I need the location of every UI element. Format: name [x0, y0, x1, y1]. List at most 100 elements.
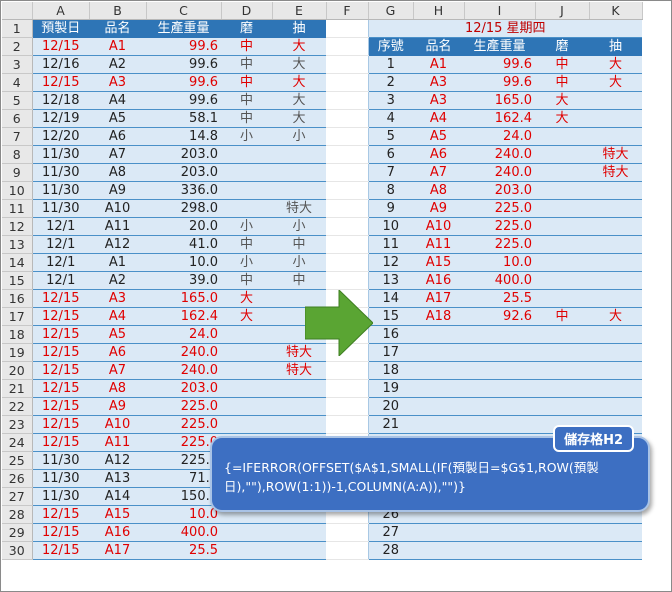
row-header[interactable]: 14 [2, 253, 33, 272]
cell[interactable] [272, 163, 326, 182]
cell[interactable]: 12/1 [32, 235, 89, 254]
cell[interactable]: 大 [589, 73, 642, 92]
cell[interactable] [589, 109, 642, 128]
row-header[interactable]: 23 [2, 415, 33, 434]
cell[interactable] [221, 199, 272, 218]
cell[interactable]: 中 [535, 55, 589, 74]
cell[interactable]: A8 [89, 163, 146, 182]
cell[interactable]: 12/15 [32, 415, 89, 434]
cell[interactable]: 11/30 [32, 451, 89, 470]
cell[interactable] [589, 181, 642, 200]
cell[interactable] [589, 271, 642, 290]
cell[interactable]: 大 [535, 109, 589, 128]
cell[interactable]: 小 [272, 127, 326, 146]
cell[interactable] [413, 325, 464, 344]
cell[interactable]: 磨 [221, 19, 272, 38]
cell[interactable]: 39.0 [146, 271, 221, 290]
cell[interactable] [326, 397, 368, 416]
cell[interactable] [464, 523, 535, 542]
cell[interactable]: 磨 [535, 37, 589, 56]
cell[interactable]: A5 [413, 127, 464, 146]
cell[interactable] [221, 541, 272, 560]
cell[interactable]: A3 [89, 73, 146, 92]
cell[interactable]: 162.4 [464, 109, 535, 128]
cell[interactable]: 165.0 [146, 289, 221, 308]
cell[interactable]: 12/19 [32, 109, 89, 128]
cell[interactable]: 大 [272, 55, 326, 74]
cell[interactable]: 大 [221, 307, 272, 326]
cell[interactable]: 5 [367, 127, 413, 146]
cell[interactable]: 10 [367, 217, 413, 236]
cell[interactable]: 中 [272, 271, 326, 290]
cell[interactable] [326, 361, 368, 380]
row-header[interactable]: 6 [2, 109, 33, 128]
cell[interactable]: 99.6 [146, 91, 221, 110]
cell[interactable]: 中 [221, 55, 272, 74]
cell[interactable] [413, 361, 464, 380]
cell[interactable]: A14 [89, 487, 146, 506]
cell[interactable] [221, 379, 272, 398]
cell[interactable] [326, 253, 368, 272]
cell[interactable]: 12/1 [32, 253, 89, 272]
cell[interactable]: 12/15 [32, 433, 89, 452]
cell[interactable] [413, 397, 464, 416]
cell[interactable]: A10 [89, 199, 146, 218]
cell[interactable] [272, 541, 326, 560]
cell[interactable]: A4 [89, 91, 146, 110]
row-header[interactable]: 9 [2, 163, 33, 182]
cell[interactable]: 400.0 [146, 523, 221, 542]
cell[interactable] [326, 235, 368, 254]
cell[interactable] [535, 289, 589, 308]
cell[interactable]: A18 [413, 307, 464, 326]
cell[interactable]: 225.0 [146, 415, 221, 434]
cell[interactable]: 小 [272, 253, 326, 272]
row-header[interactable]: 30 [2, 541, 33, 560]
cell[interactable] [326, 271, 368, 290]
cell[interactable] [589, 253, 642, 272]
cell[interactable] [589, 217, 642, 236]
column-header[interactable]: D [221, 2, 273, 20]
cell[interactable] [464, 361, 535, 380]
cell[interactable] [326, 37, 368, 56]
cell[interactable]: A10 [89, 415, 146, 434]
cell[interactable]: A4 [89, 307, 146, 326]
cell[interactable]: 12/1 [32, 271, 89, 290]
cell[interactable]: 3 [367, 91, 413, 110]
cell[interactable]: 中 [221, 73, 272, 92]
cell[interactable]: 12/1 [32, 217, 89, 236]
cell[interactable] [589, 91, 642, 110]
cell[interactable]: A12 [89, 235, 146, 254]
cell[interactable]: A9 [89, 397, 146, 416]
cell[interactable] [326, 523, 368, 542]
cell[interactable] [221, 343, 272, 362]
cell[interactable]: 品名 [89, 19, 146, 38]
cell[interactable]: 小 [221, 217, 272, 236]
cell[interactable] [589, 379, 642, 398]
cell[interactable]: 品名 [413, 37, 464, 56]
cell[interactable] [535, 271, 589, 290]
cell[interactable]: 中 [272, 235, 326, 254]
cell[interactable]: 11 [367, 235, 413, 254]
cell[interactable]: 12/15 [32, 37, 89, 56]
cell[interactable]: 生產重量 [464, 37, 535, 56]
row-header[interactable]: 5 [2, 91, 33, 110]
cell[interactable]: 58.1 [146, 109, 221, 128]
column-header[interactable]: C [146, 2, 222, 20]
cell[interactable] [535, 217, 589, 236]
cell[interactable]: 28 [367, 541, 413, 560]
column-header[interactable]: I [464, 2, 536, 20]
row-header[interactable]: 21 [2, 379, 33, 398]
cell[interactable]: 預製日 [32, 19, 89, 38]
cell[interactable]: 99.6 [146, 37, 221, 56]
cell[interactable]: 大 [272, 109, 326, 128]
row-header[interactable]: 28 [2, 505, 33, 524]
row-header[interactable]: 2 [2, 37, 33, 56]
cell[interactable]: 24.0 [146, 325, 221, 344]
cell[interactable]: 11/30 [32, 145, 89, 164]
cell[interactable]: 特大 [589, 145, 642, 164]
row-header[interactable]: 18 [2, 325, 33, 344]
row-header[interactable]: 7 [2, 127, 33, 146]
cell[interactable]: 12/20 [32, 127, 89, 146]
select-all-corner[interactable] [2, 2, 33, 20]
column-header[interactable]: B [89, 2, 147, 20]
